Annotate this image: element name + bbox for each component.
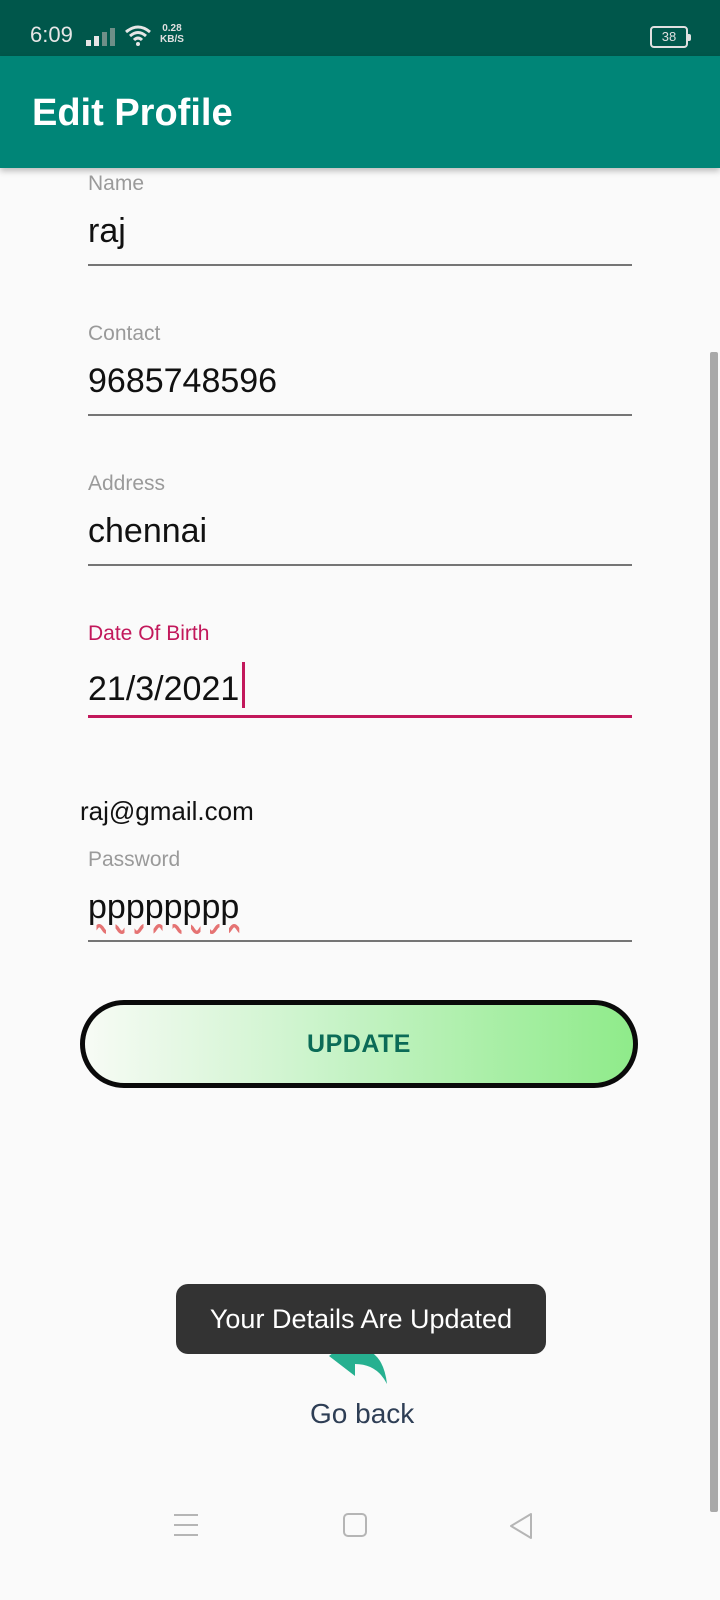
scrollbar[interactable] [710,352,718,1512]
network-speed-unit: KB/S [160,34,184,45]
contact-label: Contact [88,322,161,345]
network-speed: 0.28 KB/S [160,23,184,45]
battery-icon: 38 [650,26,691,48]
address-label: Address [88,472,166,495]
network-speed-value: 0.28 [162,23,182,34]
password-field[interactable]: Password pppppppp [88,848,632,944]
name-field[interactable]: Name raj [88,172,632,268]
wifi-icon [125,25,151,46]
contact-input[interactable]: 9685748596 [88,362,277,401]
dob-field[interactable]: Date Of Birth 21/3/2021 [88,622,632,720]
menu-icon[interactable] [172,1512,200,1538]
password-label: Password [88,848,181,871]
dob-value: 21/3/2021 [88,670,240,708]
signal-icon [86,28,115,46]
name-label: Name [88,172,145,195]
dob-input[interactable]: 21/3/2021 [88,662,246,709]
address-underline [88,564,632,566]
name-underline [88,264,632,266]
text-cursor [242,662,246,708]
home-icon[interactable] [342,1512,368,1538]
page-title: Edit Profile [32,92,233,134]
address-field[interactable]: Address chennai [88,472,632,568]
go-back-link[interactable]: Go back [310,1398,414,1430]
update-button[interactable]: UPDATE [80,1000,638,1088]
status-bar: 6:09 0.28 KB/S 38 [0,0,720,56]
dob-underline [88,715,632,718]
dob-label: Date Of Birth [88,622,210,645]
name-input[interactable]: raj [88,212,126,251]
password-underline [88,940,632,942]
password-value: pppppppp [88,888,240,926]
back-icon[interactable] [508,1512,534,1540]
password-input[interactable]: pppppppp [88,888,239,927]
email-text: raj@gmail.com [80,796,254,826]
navigation-bar [0,1512,720,1600]
contact-underline [88,414,632,416]
status-time: 6:09 [30,22,73,47]
contact-field[interactable]: Contact 9685748596 [88,322,632,418]
app-bar: Edit Profile [0,56,720,168]
address-input[interactable]: chennai [88,512,207,551]
toast-message: Your Details Are Updated [176,1284,546,1354]
